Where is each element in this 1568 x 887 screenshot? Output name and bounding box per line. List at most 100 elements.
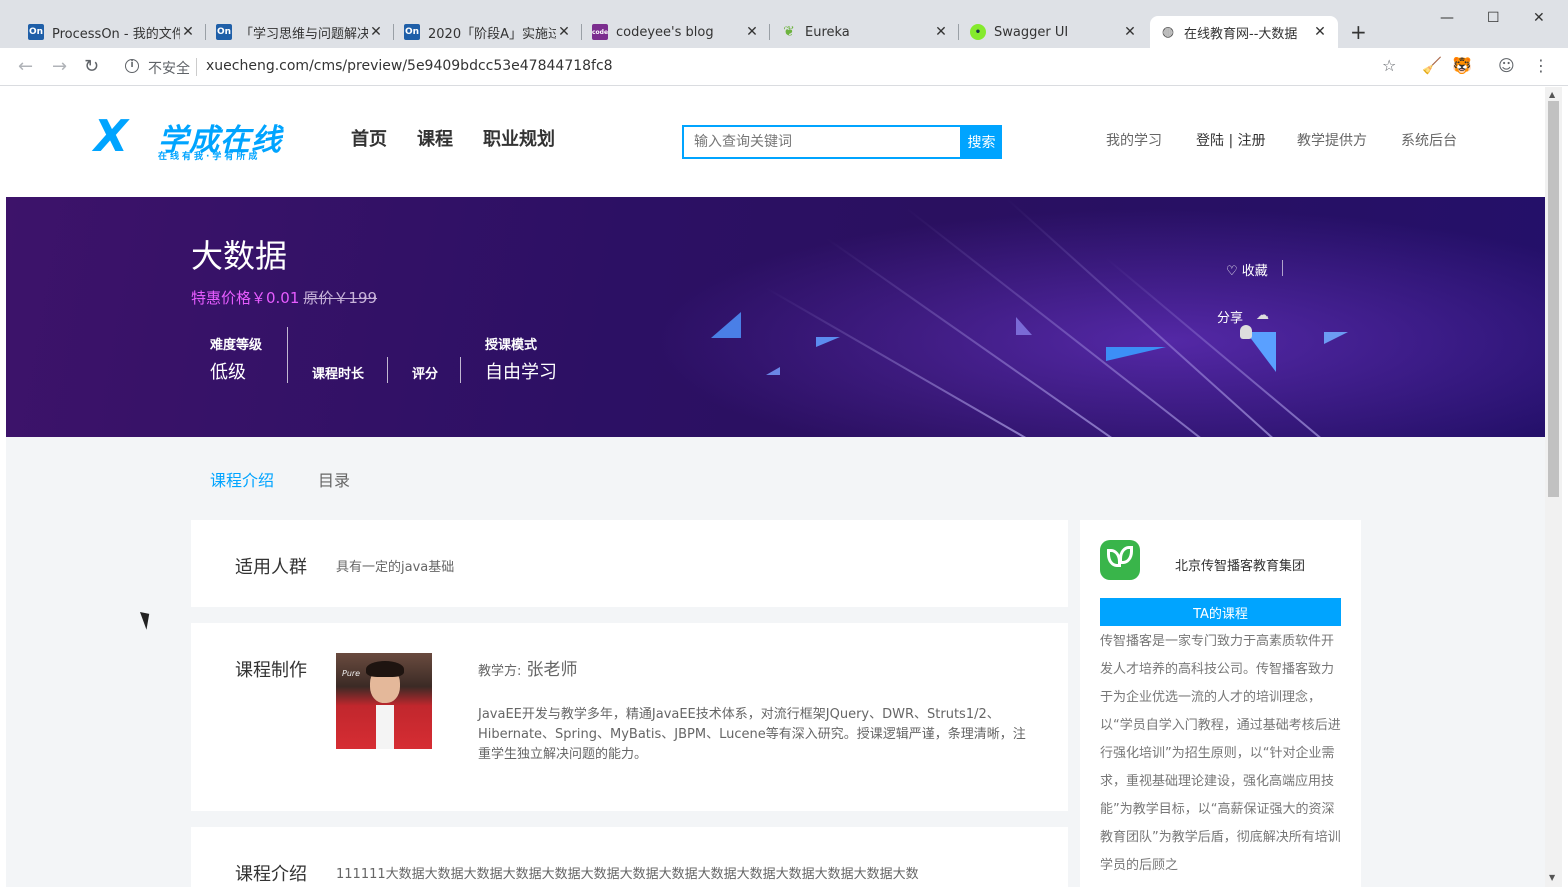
- tab-title: 2020「阶段A」实施过: [428, 26, 556, 42]
- minimize-icon[interactable]: —: [1440, 10, 1454, 26]
- difficulty-value: 低级: [210, 362, 246, 383]
- tab-title: Swagger UI: [994, 24, 1069, 40]
- ta-courses-button[interactable]: TA的课程: [1100, 598, 1341, 626]
- audience-text: 具有一定的java基础: [336, 560, 455, 575]
- maximize-icon[interactable]: ☐: [1487, 10, 1500, 26]
- processon-icon: On: [404, 24, 420, 40]
- org-logo-icon: [1100, 540, 1140, 580]
- favorite-button[interactable]: ♡ 收藏: [1226, 260, 1268, 279]
- back-icon[interactable]: ←: [18, 56, 33, 77]
- leaf-icon: ❦: [783, 24, 795, 40]
- close-icon[interactable]: ✕: [556, 24, 572, 40]
- scroll-thumb[interactable]: [1548, 101, 1559, 497]
- difficulty-label: 难度等级: [210, 338, 263, 353]
- url-field[interactable]: xuecheng.com/cms/preview/5e9409bdcc53e47…: [206, 58, 613, 74]
- logo-slogan: 在线有我·学有所成: [158, 152, 261, 162]
- search-button[interactable]: 搜索: [961, 125, 1002, 159]
- production-title: 课程制作: [235, 660, 307, 681]
- qq-icon[interactable]: [1240, 325, 1252, 339]
- close-icon[interactable]: ✕: [368, 24, 384, 40]
- teacher-bio: JavaEE开发与教学多年，精通JavaEE技术体系，对流行框架JQuery、D…: [478, 707, 1026, 762]
- mouse-cursor-icon: [139, 609, 155, 630]
- profile-avatar-icon[interactable]: ☺: [1498, 56, 1515, 75]
- close-icon[interactable]: ✕: [744, 24, 760, 40]
- info-icon[interactable]: i: [125, 59, 139, 73]
- menu-kebab-icon[interactable]: ⋮: [1533, 56, 1549, 75]
- browser-tab-active[interactable]: ◍ 在线教育网--大数据 ✕: [1150, 16, 1338, 48]
- close-icon[interactable]: ✕: [1312, 24, 1328, 40]
- new-tab-button[interactable]: +: [1350, 20, 1367, 44]
- intro-card: 课程介绍 111111大数据大数据大数据大数据大数据大数据大数据大数据大数据大数…: [191, 827, 1068, 887]
- intro-text: 111111大数据大数据大数据大数据大数据大数据大数据大数据大数据大数据大数据大…: [336, 867, 919, 882]
- globe-icon: ◍: [1161, 24, 1175, 40]
- avatar-extension-icon[interactable]: 🐯: [1452, 56, 1472, 75]
- security-label[interactable]: 不安全: [148, 58, 190, 78]
- tab-title: ProcessOn - 我的文件: [52, 26, 180, 42]
- tab-catalog[interactable]: 目录: [318, 467, 350, 491]
- audience-card: 适用人群 具有一定的java基础: [191, 520, 1068, 607]
- bookmark-star-icon[interactable]: ☆: [1382, 56, 1396, 75]
- browser-tab-codeyee[interactable]: code codeyee's blog ✕: [582, 16, 770, 48]
- codeyee-icon: code: [592, 24, 608, 40]
- banner-glow: [606, 197, 1545, 437]
- my-learning-link[interactable]: 我的学习: [1106, 130, 1162, 150]
- original-price: 原价￥199: [303, 289, 378, 307]
- search-input[interactable]: [682, 125, 962, 159]
- organization-card: 北京传智播客教育集团 TA的课程 传智播客是一家专门致力于高素质软件开发人才培养…: [1080, 520, 1361, 887]
- org-description: 传智播客是一家专门致力于高素质软件开发人才培养的高科技公司。传智播客致力于为企业…: [1100, 634, 1341, 873]
- browser-tab-swagger[interactable]: • Swagger UI ✕: [960, 16, 1148, 48]
- broom-extension-icon[interactable]: 🧹: [1422, 56, 1442, 75]
- reload-icon[interactable]: ↻: [84, 56, 99, 77]
- window-close-icon[interactable]: ✕: [1533, 10, 1545, 26]
- close-icon[interactable]: ✕: [180, 24, 196, 40]
- scroll-down-icon[interactable]: ▼: [1549, 873, 1555, 882]
- share-label: 分享: [1217, 311, 1244, 326]
- photo-caption: Pure: [342, 669, 361, 678]
- site-logo[interactable]: X 学成在线 在线有我·学有所成: [94, 111, 294, 163]
- page-viewport: X 学成在线 在线有我·学有所成 首页 课程 职业规划 搜索 我的学习 登陆 |…: [6, 87, 1545, 887]
- nav-courses[interactable]: 课程: [417, 125, 453, 151]
- wechat-icon[interactable]: ☁: [1256, 308, 1269, 323]
- teacher-photo: Pure: [336, 653, 432, 749]
- close-icon[interactable]: ✕: [1122, 24, 1138, 40]
- login-register-link[interactable]: 登陆 | 注册: [1196, 130, 1266, 150]
- course-price: 特惠价格￥0.01 原价￥199: [191, 287, 377, 308]
- mode-label: 授课模式: [485, 338, 538, 353]
- browser-tab-learning[interactable]: On 「学习思维与问题解决 ✕: [206, 16, 394, 48]
- tab-title: 在线教育网--大数据: [1184, 26, 1298, 42]
- duration-label: 课程时长: [312, 367, 365, 382]
- browser-tab-bar: On ProcessOn - 我的文件 ✕ On 「学习思维与问题解决 ✕ On…: [0, 0, 1568, 48]
- mode-value: 自由学习: [485, 362, 557, 383]
- intro-title: 课程介绍: [235, 864, 307, 885]
- promo-price: 特惠价格￥0.01: [191, 289, 300, 307]
- production-card: 课程制作 Pure 教学方: 张老师 JavaEE开发与教学多年，精通JavaE…: [191, 623, 1068, 811]
- course-banner: 大数据 特惠价格￥0.01 原价￥199 难度等级 低级 课程时长 评分 授课模式…: [6, 197, 1545, 437]
- heart-icon: ♡: [1226, 264, 1238, 279]
- scroll-up-icon[interactable]: ▲: [1549, 90, 1555, 99]
- teacher-name: 张老师: [526, 660, 578, 680]
- nav-career[interactable]: 职业规划: [483, 125, 555, 151]
- admin-link[interactable]: 系统后台: [1401, 130, 1457, 150]
- nav-home[interactable]: 首页: [351, 125, 387, 151]
- favorite-label: 收藏: [1241, 264, 1268, 279]
- browser-tab-processon[interactable]: On ProcessOn - 我的文件 ✕: [18, 16, 206, 48]
- close-icon[interactable]: ✕: [933, 24, 949, 40]
- browser-tab-stage-a[interactable]: On 2020「阶段A」实施过 ✕: [394, 16, 582, 48]
- org-name[interactable]: 北京传智播客教育集团: [1175, 555, 1305, 574]
- course-title: 大数据: [191, 237, 288, 275]
- tab-title: codeyee's blog: [616, 24, 714, 40]
- provider-link[interactable]: 教学提供方: [1297, 130, 1367, 150]
- swagger-icon: •: [970, 24, 986, 40]
- teacher-label: 教学方:: [478, 664, 522, 679]
- rating-label: 评分: [412, 367, 439, 382]
- teacher-line: 教学方: 张老师: [478, 655, 577, 680]
- browser-tab-eureka[interactable]: ❦ Eureka ✕: [771, 16, 959, 48]
- audience-title: 适用人群: [235, 557, 307, 578]
- processon-icon: On: [28, 24, 44, 40]
- tab-title: Eureka: [805, 24, 850, 40]
- logo-mark: X: [94, 111, 128, 162]
- forward-icon[interactable]: →: [52, 56, 67, 77]
- page-scrollbar[interactable]: ▲ ▼: [1545, 87, 1562, 887]
- site-header: X 学成在线 在线有我·学有所成 首页 课程 职业规划 搜索 我的学习 登陆 |…: [6, 87, 1545, 197]
- tab-course-intro[interactable]: 课程介绍: [210, 467, 274, 491]
